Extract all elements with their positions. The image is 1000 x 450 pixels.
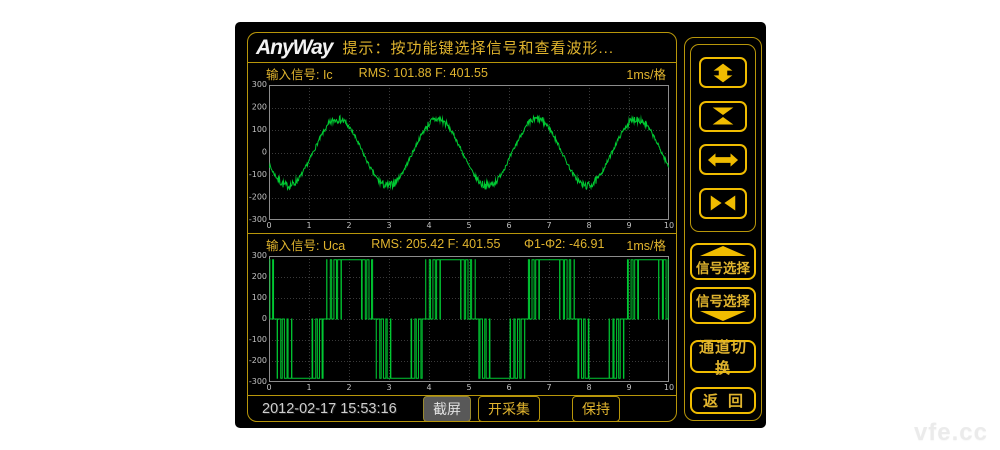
sidebar: 信号选择 信号选择 通道切换 返 回 [684, 37, 762, 421]
signal-label: 输入信号: Uca [266, 235, 345, 254]
back-label-right: 回 [728, 390, 743, 411]
signal-select-up-label: 信号选择 [696, 257, 750, 277]
start-acquisition-button[interactable]: 开采集 [478, 396, 540, 422]
expand-horizontal-button[interactable] [699, 144, 747, 175]
screenshot-button[interactable]: 截屏 [423, 396, 471, 422]
waveform-panel-voltage: 输入信号: Uca RMS: 205.42 F: 401.55 Φ1-Φ2: -… [248, 234, 676, 396]
timestamp: 2012-02-17 15:53:16 [262, 401, 397, 417]
title-bar: AnyWay 提示：按功能键选择信号和查看波形... [248, 33, 676, 63]
compress-horizontal-button[interactable] [699, 188, 747, 219]
hold-button[interactable]: 保持 [572, 396, 620, 422]
compress-vertical-button[interactable] [699, 101, 747, 132]
compress-horizontal-icon [707, 193, 739, 213]
back-button[interactable]: 返 回 [690, 387, 756, 414]
triangle-down-icon [700, 311, 746, 321]
panel-header-voltage: 输入信号: Uca RMS: 205.42 F: 401.55 Φ1-Φ2: -… [248, 234, 676, 252]
zoom-button-group [690, 44, 756, 232]
back-label-left: 返 [703, 390, 718, 411]
expand-vertical-icon [707, 63, 739, 83]
signal-select-down-label: 信号选择 [696, 290, 750, 310]
anyway-logo: AnyWay [256, 36, 332, 60]
hint-text: 提示：按功能键选择信号和查看波形... [342, 37, 614, 58]
measurement-readout: RMS: 101.88 F: 401.55 [359, 66, 488, 80]
status-bar: 2012-02-17 15:53:16 截屏 开采集 保持 [248, 396, 676, 422]
channel-switch-button[interactable]: 通道切换 [690, 340, 756, 373]
page-background: AnyWay 提示：按功能键选择信号和查看波形... 输入信号: Ic RMS:… [0, 0, 1000, 450]
compress-vertical-icon [707, 106, 739, 126]
phase-readout: Φ1-Φ2: -46.91 [524, 237, 604, 251]
expand-horizontal-icon [707, 150, 739, 170]
watermark: vfe.cc [914, 419, 988, 447]
signal-select-down-button[interactable]: 信号选择 [690, 287, 756, 324]
expand-vertical-button[interactable] [699, 57, 747, 88]
current-waveform-chart [248, 81, 676, 233]
waveform-panel-current: 输入信号: Ic RMS: 101.88 F: 401.55 1ms/格 [248, 63, 676, 234]
signal-label: 输入信号: Ic [266, 64, 333, 83]
measurement-readout: RMS: 205.42 F: 401.55 [371, 237, 500, 251]
panel-header-current: 输入信号: Ic RMS: 101.88 F: 401.55 1ms/格 [248, 63, 676, 81]
triangle-up-icon [700, 246, 746, 256]
timebase-label: 1ms/格 [626, 64, 666, 83]
device-screen: AnyWay 提示：按功能键选择信号和查看波形... 输入信号: Ic RMS:… [235, 22, 766, 428]
voltage-waveform-chart [248, 252, 676, 395]
main-panel: AnyWay 提示：按功能键选择信号和查看波形... 输入信号: Ic RMS:… [247, 32, 677, 422]
timebase-label: 1ms/格 [626, 235, 666, 254]
signal-select-up-button[interactable]: 信号选择 [690, 243, 756, 280]
